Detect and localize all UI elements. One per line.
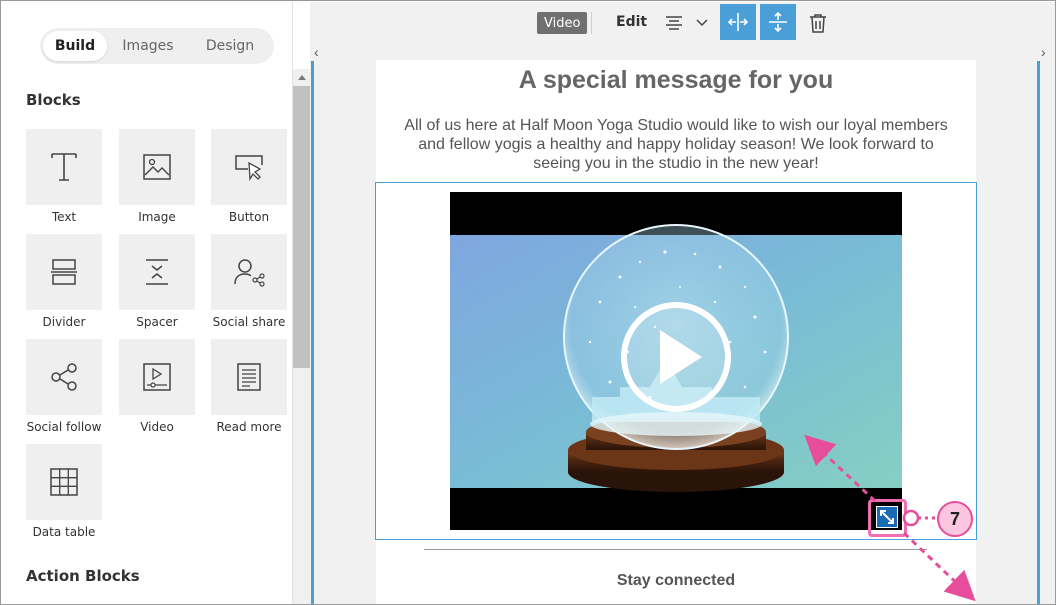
block-tile[interactable] xyxy=(211,129,287,205)
sidebar-tabs: Build Images Design xyxy=(40,28,274,64)
block-image[interactable]: Image xyxy=(119,129,195,224)
tab-build[interactable]: Build xyxy=(43,31,107,61)
tab-design[interactable]: Design xyxy=(189,31,271,61)
block-text[interactable]: Text xyxy=(26,129,102,224)
toolbar-separator xyxy=(591,12,592,34)
canvas-edge-right xyxy=(1037,61,1040,604)
block-label: Data table xyxy=(32,525,96,539)
app-window: Build Images Design Blocks Text Image Bu… xyxy=(0,0,1056,605)
block-button[interactable]: Button xyxy=(211,129,287,224)
text-icon xyxy=(51,153,77,181)
image-icon xyxy=(143,154,171,180)
block-tile[interactable] xyxy=(211,234,287,310)
block-label: Spacer xyxy=(136,315,178,329)
spacer-icon xyxy=(146,259,168,285)
read-more-icon xyxy=(237,363,261,391)
scroll-right-arrow[interactable]: › xyxy=(1041,44,1046,60)
fit-width-button[interactable] xyxy=(720,4,756,40)
resize-handle[interactable] xyxy=(876,506,898,528)
block-divider[interactable]: Divider xyxy=(26,234,102,329)
block-label: Button xyxy=(228,210,270,224)
chevron-down-icon xyxy=(696,19,708,27)
block-tile[interactable] xyxy=(26,444,102,520)
block-tile[interactable] xyxy=(211,339,287,415)
delete-button[interactable] xyxy=(806,11,830,35)
trash-icon xyxy=(810,14,826,33)
block-tile[interactable] xyxy=(119,339,195,415)
block-spacer[interactable]: Spacer xyxy=(119,234,195,329)
block-label: Text xyxy=(51,210,77,224)
block-tile[interactable] xyxy=(119,129,195,205)
block-tile[interactable] xyxy=(119,234,195,310)
block-social-follow[interactable]: Social follow xyxy=(26,339,102,434)
social-share-icon xyxy=(234,259,265,287)
video-icon xyxy=(143,363,171,391)
tab-images[interactable]: Images xyxy=(107,31,189,61)
divider-icon xyxy=(51,259,77,285)
edit-button[interactable]: Edit xyxy=(616,14,647,30)
block-label: Social follow xyxy=(26,420,102,434)
block-type-badge: Video xyxy=(537,12,588,34)
block-tile[interactable] xyxy=(26,234,102,310)
block-label: Image xyxy=(138,210,176,224)
stay-connected-heading[interactable]: Stay connected xyxy=(376,572,976,590)
block-label: Video xyxy=(140,420,174,434)
video-thumbnail[interactable] xyxy=(450,192,902,530)
block-social-share[interactable]: Social share xyxy=(211,234,287,329)
block-label: Read more xyxy=(216,420,282,434)
block-toolbar: Video Edit xyxy=(310,2,1055,44)
block-tile[interactable] xyxy=(26,339,102,415)
block-label: Divider xyxy=(42,315,86,329)
scroll-up-arrow-icon[interactable] xyxy=(293,69,310,86)
block-data-table[interactable]: Data table xyxy=(26,444,102,539)
block-label: Social share xyxy=(212,315,286,329)
align-center-icon xyxy=(666,16,682,30)
canvas-edge-left xyxy=(311,61,314,604)
fit-height-button[interactable] xyxy=(760,4,796,40)
blocks-heading: Blocks xyxy=(26,91,81,109)
email-paragraph[interactable]: All of us here at Half Moon Yoga Studio … xyxy=(396,116,956,173)
fit-width-icon xyxy=(727,13,749,31)
scroll-left-arrow[interactable]: ‹ xyxy=(314,44,319,60)
email-title[interactable]: A special message for you xyxy=(376,66,976,95)
block-read-more[interactable]: Read more xyxy=(211,339,287,434)
sidebar-scrollbar-thumb[interactable] xyxy=(293,86,310,368)
step-number-badge: 7 xyxy=(937,501,973,537)
sidebar: Build Images Design Blocks Text Image Bu… xyxy=(2,2,293,604)
align-dropdown[interactable] xyxy=(664,11,708,35)
button-icon xyxy=(235,155,263,181)
fit-height-icon xyxy=(769,11,787,33)
action-blocks-heading: Action Blocks xyxy=(26,567,140,585)
data-table-icon xyxy=(50,468,78,496)
content-divider xyxy=(424,549,927,550)
resize-diagonal-icon xyxy=(880,510,894,524)
block-tile[interactable] xyxy=(26,129,102,205)
social-follow-icon xyxy=(51,363,77,391)
block-video[interactable]: Video xyxy=(119,339,195,434)
